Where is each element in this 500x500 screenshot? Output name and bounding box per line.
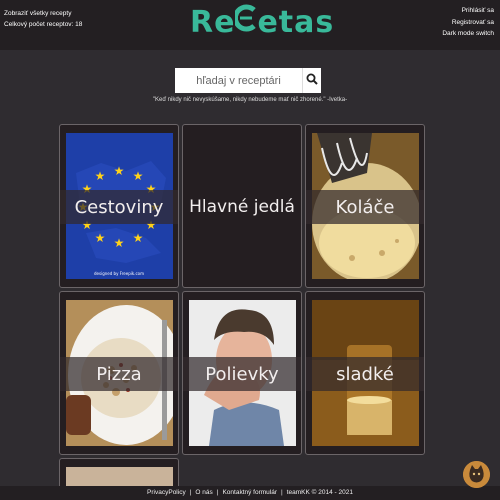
search-input[interactable] (175, 68, 302, 93)
footer-separator: | (216, 489, 219, 496)
category-label: Koláče (335, 196, 395, 218)
category-label: Hlavné jedlá (189, 197, 295, 217)
category-label: sladké (336, 363, 394, 385)
category-tile-kolace[interactable]: Koláče (305, 124, 425, 288)
category-label: Cestoviny (74, 196, 164, 218)
total-recipes-count: Celkový počet receptov: 18 (4, 21, 83, 28)
privacy-policy-link[interactable]: PrivacyPolicy (147, 489, 186, 496)
svg-text:★: ★ (95, 169, 106, 183)
cat-icon (463, 461, 490, 488)
eu-image-caption: designed by Freepik.com (94, 271, 144, 276)
about-link[interactable]: O nás (195, 489, 212, 496)
header-right-links: Prihlásiť sa Registrovať sa Dark mode sw… (442, 5, 494, 40)
category-tile-cestoviny[interactable]: ★★★ ★★★ ★★★ ★★★ designed by Freepik.com … (59, 124, 179, 288)
dark-mode-switch[interactable]: Dark mode switch (442, 28, 494, 40)
category-label: Pizza (96, 363, 142, 385)
logo-text-post: etas (257, 5, 335, 40)
quote-text: "Keď nikdy nič nevyskúšame, nikdy nebude… (152, 97, 348, 103)
category-label: Polievky (205, 363, 279, 385)
copyright-text: teamKK © 2014 - 2021 (286, 489, 353, 496)
cat-avatar-button[interactable] (463, 461, 490, 488)
logo-text-pre: Re (190, 5, 236, 40)
category-tile-hlavne-jedla[interactable]: Hlavné jedlá (182, 124, 302, 288)
svg-text:★: ★ (95, 231, 106, 245)
footer-separator: | (281, 489, 283, 496)
search-icon (306, 73, 318, 88)
login-link[interactable]: Prihlásiť sa (442, 5, 494, 17)
contact-form-link[interactable]: Kontaktný formulár (222, 489, 277, 496)
svg-text:★: ★ (133, 231, 144, 245)
category-tile-polievky[interactable]: Polievky (182, 291, 302, 455)
svg-text:★: ★ (114, 236, 125, 250)
category-tile-pizza[interactable]: Pizza (59, 291, 179, 455)
svg-text:★: ★ (133, 169, 144, 183)
svg-text:★: ★ (114, 164, 125, 178)
top-bar: Zobraziť všetky recepty Celkový počet re… (0, 0, 500, 50)
site-logo[interactable]: Re etas (190, 3, 335, 43)
header-left-links: Zobraziť všetky recepty Celkový počet re… (4, 8, 82, 30)
pot-icon (233, 3, 257, 44)
search-bar (175, 68, 321, 93)
show-all-recipes-link[interactable]: Zobraziť všetky recepty (4, 8, 82, 19)
search-button[interactable] (302, 68, 321, 93)
footer-separator: | (189, 489, 192, 496)
footer: PrivacyPolicy | O nás | Kontaktný formulár | t… (0, 486, 500, 500)
register-link[interactable]: Registrovať sa (442, 17, 494, 29)
category-tile-sladke[interactable]: sladké (305, 291, 425, 455)
